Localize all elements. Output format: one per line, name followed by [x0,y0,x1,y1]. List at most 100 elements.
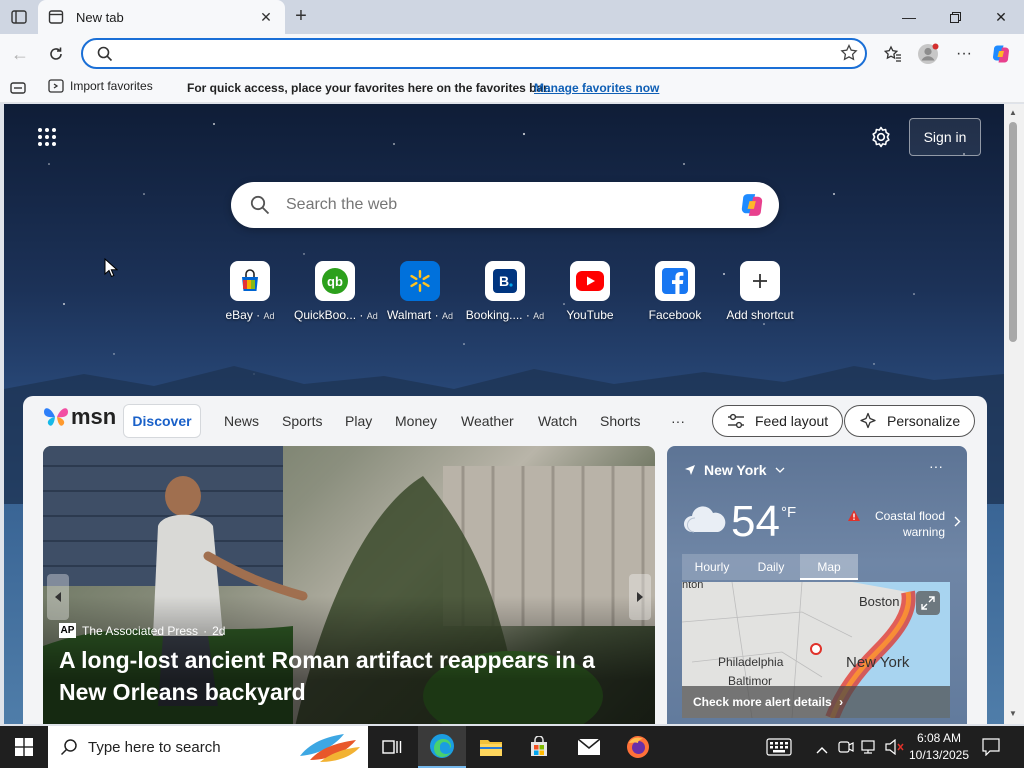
profile-avatar[interactable] [915,41,941,67]
shortcut-label: Add shortcut [726,308,794,322]
notifications-icon[interactable] [982,738,1000,761]
tab-hourly[interactable]: Hourly [682,554,742,580]
booking-icon: B [485,261,525,301]
taskbar-store[interactable] [515,726,563,768]
plus-icon [740,261,780,301]
close-window-button[interactable]: ✕ [978,0,1024,34]
chevron-right-icon: › [839,695,844,709]
clock-date: 10/13/2025 [908,748,970,762]
refresh-button[interactable] [43,41,69,67]
tab-sports[interactable]: Sports [282,404,322,438]
personalize-button[interactable]: Personalize [844,405,976,437]
carousel-prev-button[interactable] [47,574,69,620]
favorites-icon[interactable] [880,41,906,67]
address-bar[interactable] [81,38,867,69]
tab-shorts[interactable]: Shorts [600,404,640,438]
shortcut-booking[interactable]: B Booking.... · Ad [464,261,546,322]
shortcut-walmart[interactable]: Walmart · Ad [379,261,461,322]
taskbar-edge[interactable] [418,726,466,768]
shortcut-label: YouTube [566,308,614,322]
feed-layout-button[interactable]: Feed layout [712,405,844,437]
sign-in-button[interactable]: Sign in [909,118,981,156]
page-scrollbar[interactable]: ▲ ▼ [1004,104,1024,724]
settings-gear-icon[interactable] [870,126,892,153]
sparkle-icon [859,412,877,430]
folder-icon [480,740,502,756]
minimize-button[interactable]: — [886,0,932,34]
meet-now-icon[interactable] [838,739,854,760]
more-tabs-button[interactable]: ··· [671,404,685,438]
tab-news[interactable]: News [224,404,259,438]
tab-money[interactable]: Money [395,404,437,438]
manage-favorites-link[interactable]: Manage favorites now [534,81,659,95]
windows-logo-icon [15,738,33,756]
web-search-box[interactable]: Search the web [231,182,779,228]
tab-discover[interactable]: Discover [123,404,201,438]
favorites-bar-message: For quick access, place your favorites h… [187,81,551,95]
expand-map-icon[interactable] [916,591,940,615]
add-shortcut-button[interactable]: Add shortcut [719,261,801,322]
tab-play[interactable]: Play [345,404,372,438]
shortcut-facebook[interactable]: Facebook [634,261,716,322]
taskbar-firefox[interactable] [614,726,662,768]
msn-logo[interactable]: msn [43,404,116,430]
chevron-up-icon[interactable] [816,741,828,759]
weather-more-icon[interactable]: ··· [929,458,943,474]
scroll-down-arrow-icon[interactable]: ▼ [1009,709,1017,718]
close-tab-icon[interactable]: ✕ [257,9,275,26]
alert-details-bar[interactable]: Check more alert details › [682,686,950,718]
keyboard-icon[interactable] [766,738,792,761]
taskbar-clock[interactable]: 6:08 AM 10/13/2025 [906,730,972,764]
scroll-up-arrow-icon[interactable]: ▲ [1009,108,1017,117]
more-options-icon[interactable]: ··· [951,41,977,67]
source-name: The Associated Press [82,623,199,638]
favorite-star-icon[interactable] [840,43,858,67]
weather-alert[interactable]: Coastal flood warning [843,508,961,540]
import-icon [48,79,64,93]
location-selector[interactable]: New York [684,462,785,478]
map-label: nton [682,582,703,591]
source-logo: AP [59,623,76,638]
volume-muted-icon[interactable] [885,738,905,760]
favorites-bar-icon[interactable] [10,81,26,98]
hero-news-card[interactable]: AP The Associated Press · 2d A long-lost… [43,446,655,724]
feed-layout-label: Feed layout [755,413,829,429]
new-tab-button[interactable]: + [290,6,312,28]
task-view-button[interactable] [368,726,416,768]
hero-headline[interactable]: A long-lost ancient Roman artifact reapp… [59,644,619,708]
address-input[interactable] [127,44,817,64]
tab-new-tab[interactable]: New tab ✕ [38,0,285,34]
alert-line-2: warning [902,525,945,539]
tab-label: Map [817,560,841,574]
more-label: ··· [671,413,685,429]
network-icon[interactable] [861,739,879,760]
scrollbar-thumb[interactable] [1009,122,1017,342]
shortcut-youtube[interactable]: YouTube [549,261,631,322]
copilot-icon[interactable] [988,41,1014,67]
copilot-icon[interactable] [737,191,767,224]
taskbar-mail[interactable] [565,726,613,768]
carousel-next-button[interactable] [629,574,651,620]
weather-map[interactable]: Boston Philadelphia Baltimor New York nt… [682,582,950,718]
taskbar-file-explorer[interactable] [467,726,515,768]
tab-actions-icon[interactable] [8,7,30,27]
tab-label: Watch [538,413,578,429]
source-line: AP The Associated Press · 2d [59,623,225,638]
shortcut-ebay[interactable]: eBay · Ad [209,261,291,322]
back-button[interactable]: ← [7,41,33,67]
tab-watch[interactable]: Watch [538,404,577,438]
weather-card: New York ··· 54 °F Coastal flood warning… [667,446,967,724]
tab-weather[interactable]: Weather [461,404,514,438]
shortcut-quickbooks[interactable]: qb QuickBoo... · Ad [294,261,378,322]
windows-taskbar: Type here to search 6:08 AM 10/13/2025 [0,726,1024,768]
start-button[interactable] [0,726,48,768]
apps-launcher-icon[interactable] [37,127,57,152]
tab-map[interactable]: Map [800,554,858,580]
browser-toolbar: ← ··· [0,34,1024,74]
taskbar-search-box[interactable]: Type here to search [48,726,368,768]
search-highlight-feathers-icon [292,730,362,768]
taskbar-search-placeholder: Type here to search [88,739,221,756]
restore-button[interactable] [932,0,978,34]
tab-daily[interactable]: Daily [742,554,800,580]
import-favorites-button[interactable]: Import favorites [48,79,153,93]
